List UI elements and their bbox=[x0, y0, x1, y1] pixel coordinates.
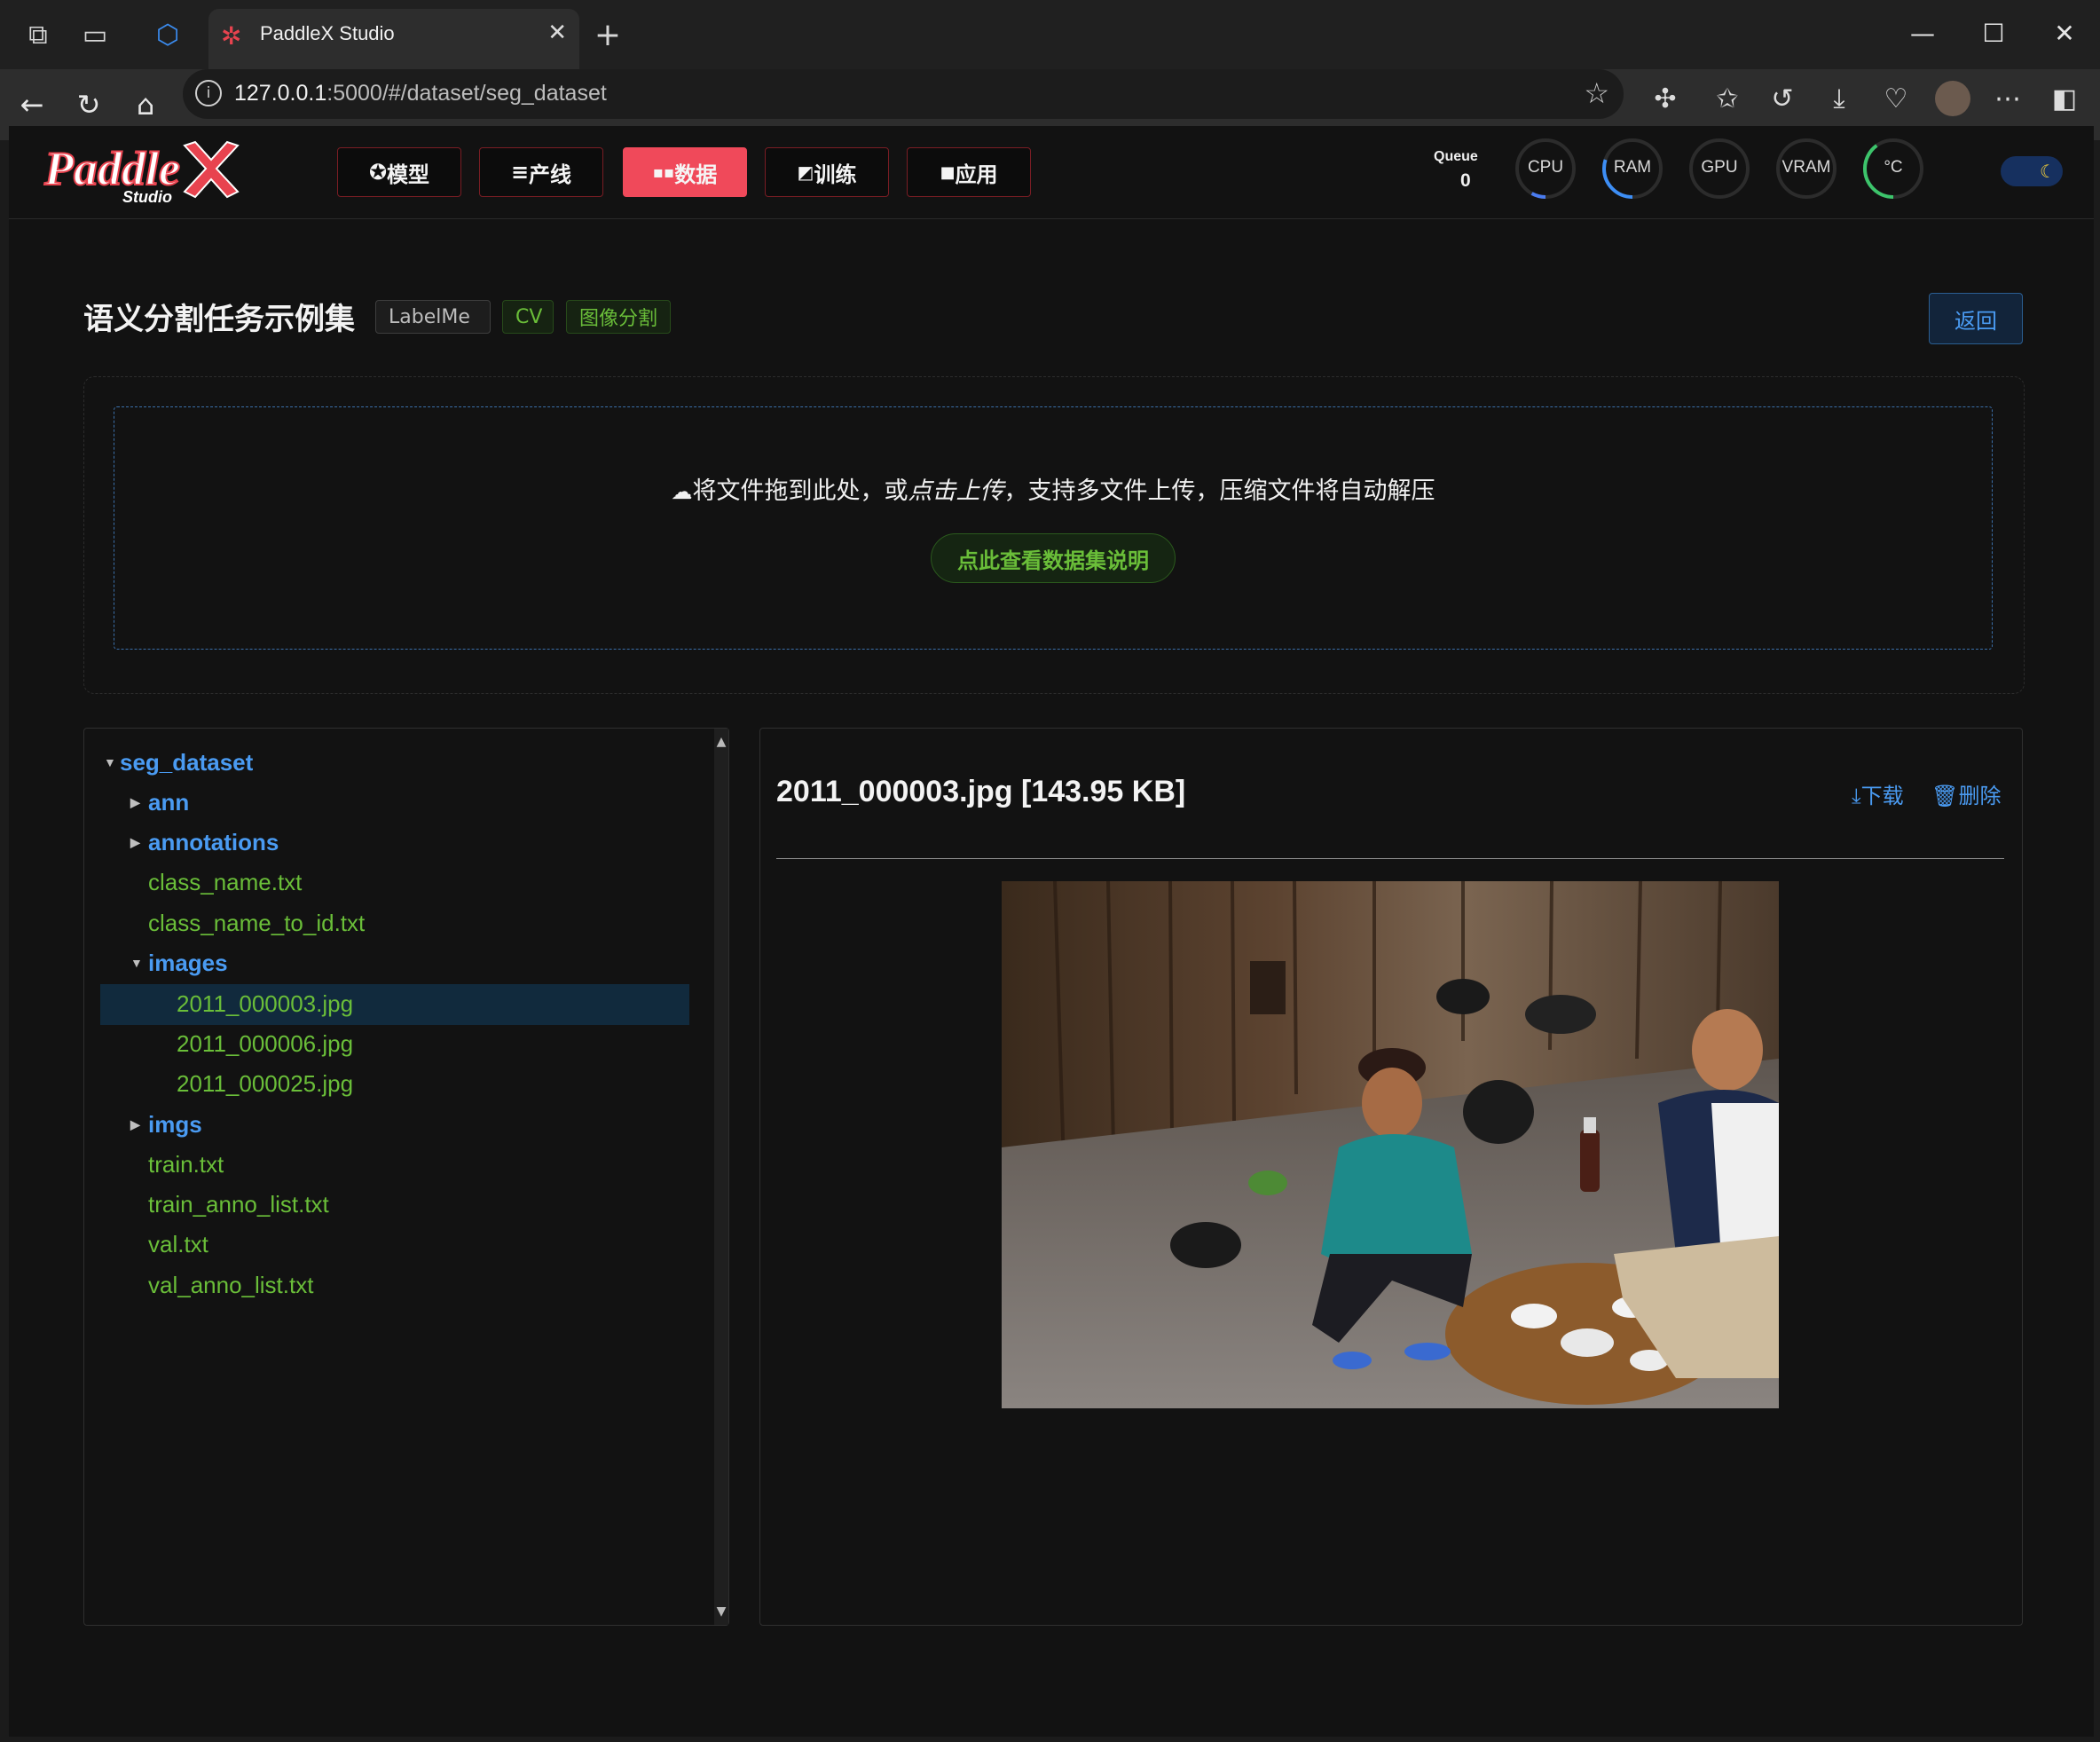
task-tag: 图像分割 bbox=[566, 300, 671, 334]
new-tab-icon[interactable]: + bbox=[587, 14, 628, 55]
nav-train-button[interactable]: ◩ 训练 bbox=[765, 147, 889, 197]
caret-right-icon[interactable]: ▶ bbox=[130, 823, 140, 862]
tree-dir-images[interactable]: ▼ images bbox=[130, 943, 228, 982]
more-menu-icon[interactable]: ⋯ bbox=[1987, 78, 2028, 119]
back-icon[interactable]: ← bbox=[12, 85, 51, 124]
delete-link[interactable]: 🗑删除 bbox=[1931, 778, 2001, 809]
download-icon: ⤓ bbox=[1852, 784, 1861, 808]
tree-file-image-selected[interactable]: 2011_000003.jpg bbox=[177, 984, 353, 1023]
tree-file-class-name-to-id[interactable]: class_name_to_id.txt bbox=[148, 903, 365, 942]
nav-pipeline-button[interactable]: ≡ 产线 bbox=[479, 147, 603, 197]
tree-dir-ann[interactable]: ▶ ann bbox=[130, 783, 189, 822]
favorites-icon[interactable]: ✩ bbox=[1707, 78, 1748, 119]
maximize-icon[interactable]: ☐ bbox=[1962, 11, 2025, 55]
pipeline-icon: ≡ bbox=[510, 160, 530, 185]
preview-file-title: 2011_000003.jpg [143.95 KB] bbox=[776, 775, 1186, 808]
favorite-star-icon[interactable]: ☆ bbox=[1584, 76, 1609, 110]
tab-actions-icon[interactable]: ▭ bbox=[75, 14, 115, 55]
app-monitor-icon: ■ bbox=[940, 162, 956, 182]
history-icon[interactable]: ↺ bbox=[1762, 78, 1803, 119]
svg-text:Studio: Studio bbox=[122, 188, 172, 206]
caret-down-icon[interactable]: ▼ bbox=[130, 943, 143, 982]
upload-dropzone[interactable]: ☁将文件拖到此处，或点击上传，支持多文件上传，压缩文件将自动解压 点此查看数据集… bbox=[114, 406, 1993, 650]
nav-app-button[interactable]: ■ 应用 bbox=[907, 147, 1031, 197]
vram-gauge: VRAM bbox=[1774, 137, 1838, 201]
app-root: Paddle Studio ✪ 模型 ≡ 产线 ▪▪ 数据 ◩ 训练 ■ 应用 Queue… bbox=[9, 126, 2094, 1737]
url-text: 127.0.0.1:5000/#/dataset/seg_dataset bbox=[234, 81, 607, 106]
caret-right-icon[interactable]: ▶ bbox=[130, 783, 140, 822]
cpu-gauge: CPU bbox=[1514, 137, 1577, 201]
tree-file-train-anno-list[interactable]: train_anno_list.txt bbox=[148, 1185, 329, 1224]
browser-tab-bar: ⧉ ▭ ⬡ ✲ PaddleX Studio ✕ + — ☐ ✕ bbox=[0, 0, 2100, 69]
caret-right-icon[interactable]: ▶ bbox=[130, 1105, 140, 1144]
moon-icon: ☾ bbox=[2040, 161, 2056, 182]
nav-model-button[interactable]: ✪ 模型 bbox=[337, 147, 461, 197]
browser-tab-active[interactable]: ✲ PaddleX Studio ✕ bbox=[208, 9, 579, 69]
cloud-upload-icon: ☁ bbox=[671, 479, 693, 504]
paddlex-studio-logo[interactable]: Paddle Studio bbox=[41, 137, 249, 208]
svg-text:Paddle: Paddle bbox=[43, 142, 180, 195]
site-info-icon[interactable]: i bbox=[195, 80, 222, 106]
address-bar[interactable]: i 127.0.0.1:5000/#/dataset/seg_dataset ☆ bbox=[183, 69, 1624, 119]
profile-avatar[interactable] bbox=[1932, 78, 1973, 119]
tree-file-val-anno-list[interactable]: val_anno_list.txt bbox=[148, 1265, 313, 1305]
queue-count: 0 bbox=[1460, 170, 1471, 191]
tab-title: PaddleX Studio bbox=[260, 22, 395, 44]
file-preview-panel: 2011_000003.jpg [143.95 KB] ⤓下载 🗑删除 bbox=[759, 728, 2023, 1626]
minimize-icon[interactable]: — bbox=[1892, 11, 1954, 55]
extensions-icon[interactable]: ✣ bbox=[1645, 78, 1686, 119]
extension-tab-icon[interactable]: ⬡ bbox=[147, 14, 188, 55]
downloads-icon[interactable]: ⤓ bbox=[1819, 78, 1860, 119]
tree-scrollbar[interactable]: ▲ ▼ bbox=[714, 729, 728, 1625]
paddlex-favicon-icon: ✲ bbox=[221, 21, 242, 51]
refresh-icon[interactable]: ↻ bbox=[69, 85, 108, 124]
file-tree-panel: ▼ seg_dataset ▶ ann ▶ annotations class_nam… bbox=[83, 728, 729, 1626]
gpu-gauge: GPU bbox=[1687, 137, 1751, 201]
format-tag: LabelMe bbox=[375, 300, 491, 334]
nav-data-button[interactable]: ▪▪ 数据 bbox=[623, 147, 747, 197]
close-window-icon[interactable]: ✕ bbox=[2033, 11, 2096, 55]
temperature-gauge: °C bbox=[1861, 137, 1925, 201]
domain-tag: CV bbox=[502, 300, 554, 334]
upload-instructions: ☁将文件拖到此处，或点击上传，支持多文件上传，压缩文件将自动解压 bbox=[671, 477, 1435, 505]
tree-dir-annotations[interactable]: ▶ annotations bbox=[130, 823, 279, 862]
app-header: Paddle Studio ✪ 模型 ≡ 产线 ▪▪ 数据 ◩ 训练 ■ 应用 Queue… bbox=[9, 126, 2094, 219]
home-icon[interactable]: ⌂ bbox=[126, 85, 165, 124]
browser-essentials-icon[interactable]: ♡ bbox=[1876, 78, 1916, 119]
trash-icon: 🗑 bbox=[1931, 784, 1959, 808]
close-tab-icon[interactable]: ✕ bbox=[547, 20, 567, 46]
tree-file-train[interactable]: train.txt bbox=[148, 1145, 224, 1184]
theme-toggle[interactable]: ☾ bbox=[2001, 156, 2063, 186]
dataset-title: 语义分割任务示例集 bbox=[83, 302, 355, 337]
tree-file-image[interactable]: 2011_000006.jpg bbox=[177, 1024, 353, 1063]
data-grid-icon: ▪▪ bbox=[652, 162, 675, 182]
scroll-up-arrow-icon[interactable]: ▲ bbox=[714, 734, 728, 750]
model-icon: ✪ bbox=[368, 160, 388, 185]
dataset-readme-button[interactable]: 点此查看数据集说明 bbox=[931, 533, 1176, 583]
preview-divider bbox=[776, 858, 2004, 859]
scroll-down-arrow-icon[interactable]: ▼ bbox=[714, 1604, 728, 1620]
sidebar-toggle-icon[interactable]: ◧ bbox=[2044, 78, 2085, 119]
queue-label: Queue bbox=[1434, 149, 1478, 164]
tree-dir-seg-dataset[interactable]: ▼ seg_dataset bbox=[104, 743, 253, 782]
workspaces-icon[interactable]: ⧉ bbox=[18, 14, 59, 55]
click-upload-link[interactable]: 点击上传 bbox=[908, 477, 1004, 505]
tree-file-val[interactable]: val.txt bbox=[148, 1225, 208, 1264]
back-button[interactable]: 返回 bbox=[1929, 293, 2023, 344]
train-chart-icon: ◩ bbox=[797, 162, 814, 183]
tree-file-image[interactable]: 2011_000025.jpg bbox=[177, 1064, 353, 1103]
download-link[interactable]: ⤓下载 bbox=[1852, 778, 1904, 809]
ram-gauge: RAM bbox=[1601, 137, 1664, 201]
preview-image bbox=[1002, 881, 1779, 1408]
caret-down-icon[interactable]: ▼ bbox=[104, 743, 116, 782]
tree-dir-imgs[interactable]: ▶ imgs bbox=[130, 1105, 202, 1144]
tree-file-class-name[interactable]: class_name.txt bbox=[148, 863, 302, 902]
